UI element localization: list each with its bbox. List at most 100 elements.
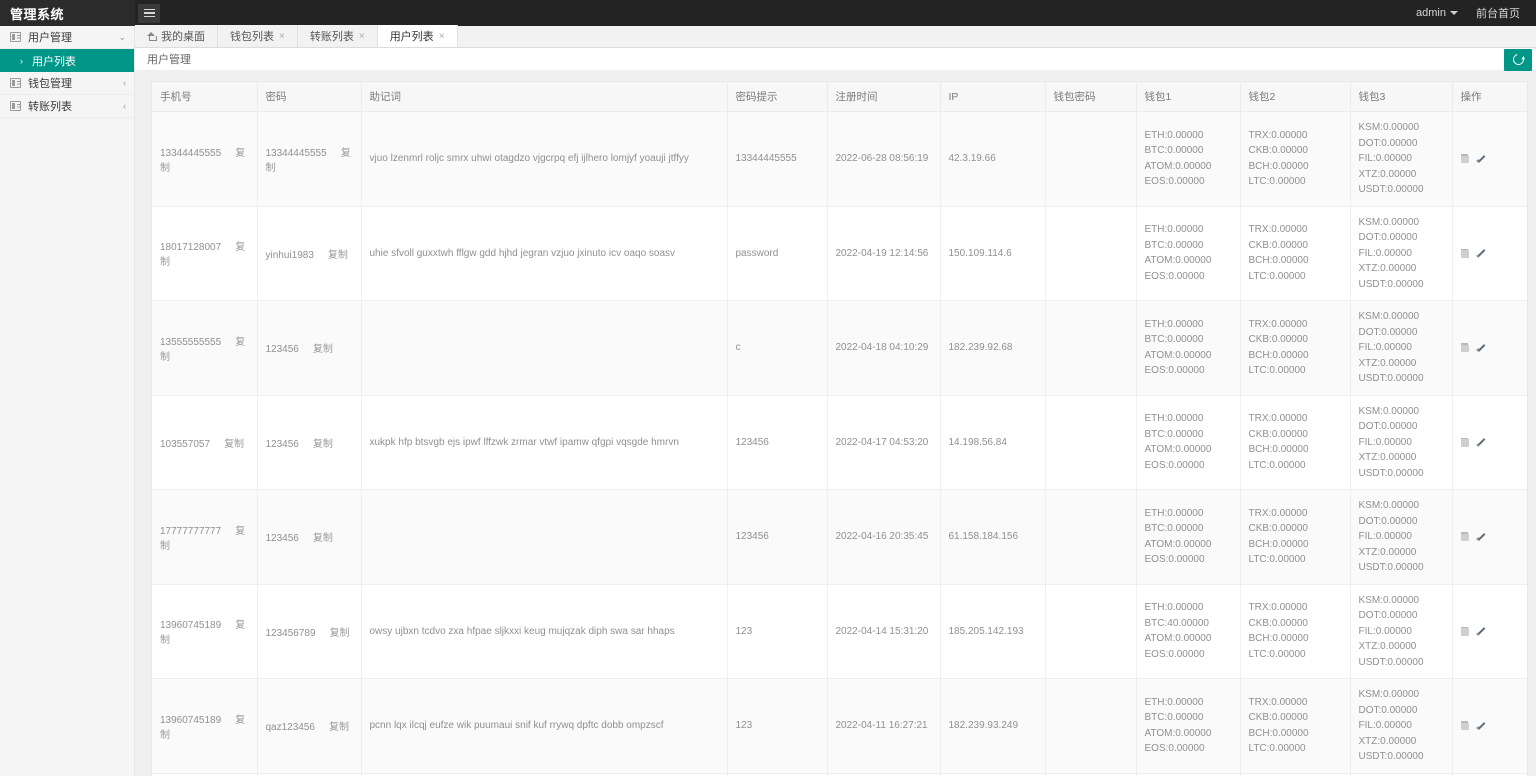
chevron-down-icon: ⌄	[118, 32, 126, 43]
frontend-home-link[interactable]: 前台首页	[1476, 5, 1520, 21]
wallet2-line: CKB:0.00000	[1249, 616, 1342, 632]
cell-ip: 182.239.93.249	[940, 679, 1045, 774]
copy-password-button[interactable]: 复制	[313, 439, 333, 450]
wallet2-line: LTC:0.00000	[1249, 458, 1342, 474]
wallet1-line: ETH:0.00000	[1145, 695, 1232, 711]
wallet2-line: BCH:0.00000	[1249, 253, 1342, 269]
copy-password-button[interactable]: 复制	[313, 533, 333, 544]
hamburger-icon[interactable]	[138, 4, 160, 23]
col-mnemonic: 助记词	[361, 82, 727, 112]
folder-icon	[10, 32, 21, 43]
cell-phone: 18017128007复制	[152, 206, 257, 301]
refresh-icon	[1510, 52, 1525, 67]
delete-icon[interactable]	[1461, 438, 1469, 447]
wallet3-line: KSM:0.00000	[1359, 593, 1444, 609]
close-icon[interactable]: ×	[279, 31, 285, 42]
cell-wallet1: ETH:0.00000BTC:0.00000ATOM:0.00000EOS:0.…	[1136, 490, 1240, 585]
tab-wallet-list[interactable]: 钱包列表 ×	[218, 25, 298, 47]
wallet1-line: ATOM:0.00000	[1145, 631, 1232, 647]
cell-wallet2: TRX:0.00000CKB:0.00000BCH:0.00000LTC:0.0…	[1240, 206, 1350, 301]
edit-icon[interactable]	[1477, 627, 1486, 636]
edit-icon[interactable]	[1477, 532, 1486, 541]
cell-actions	[1452, 395, 1528, 490]
wallet3-line: KSM:0.00000	[1359, 687, 1444, 703]
wallet2-line: LTC:0.00000	[1249, 741, 1342, 757]
edit-icon[interactable]	[1477, 438, 1486, 447]
breadcrumb-label: 用户管理	[147, 51, 191, 67]
copy-password-button[interactable]: 复制	[329, 722, 349, 733]
wallet2-line: LTC:0.00000	[1249, 363, 1342, 379]
wallet1-line: BTC:0.00000	[1145, 427, 1232, 443]
cell-wallet-password	[1045, 679, 1136, 774]
wallet1-line: BTC:0.00000	[1145, 143, 1232, 159]
wallet1-line: BTC:0.00000	[1145, 238, 1232, 254]
delete-icon[interactable]	[1461, 627, 1469, 636]
wallet3-line: DOT:0.00000	[1359, 608, 1444, 624]
refresh-button[interactable]	[1504, 49, 1532, 71]
delete-icon[interactable]	[1461, 249, 1469, 258]
cell-mnemonic: xukpk hfp btsvgb ejs ipwf lffzwk zrmar v…	[361, 395, 727, 490]
copy-password-button[interactable]: 复制	[328, 250, 348, 261]
copy-phone-button[interactable]: 复制	[224, 439, 244, 450]
cell-actions	[1452, 490, 1528, 585]
cell-phone: 103557057复制	[152, 395, 257, 490]
wallet1-line: ETH:0.00000	[1145, 128, 1232, 144]
wallet3-line: DOT:0.00000	[1359, 136, 1444, 152]
wallet2-line: LTC:0.00000	[1249, 647, 1342, 663]
close-icon[interactable]: ×	[439, 31, 445, 42]
wallet1-line: ETH:0.00000	[1145, 506, 1232, 522]
delete-icon[interactable]	[1461, 532, 1469, 541]
sidebar-item-user-list[interactable]: › 用户列表	[0, 49, 134, 72]
cell-ip: 42.3.19.66	[940, 112, 1045, 207]
cell-wallet1: ETH:0.00000BTC:40.00000ATOM:0.00000EOS:0…	[1136, 584, 1240, 679]
tab-transfer-list[interactable]: 转账列表 ×	[298, 25, 378, 47]
wallet2-line: LTC:0.00000	[1249, 552, 1342, 568]
wallet1-line: ATOM:0.00000	[1145, 348, 1232, 364]
wallet2-line: CKB:0.00000	[1249, 521, 1342, 537]
cell-actions	[1452, 112, 1528, 207]
wallet3-line: USDT:0.00000	[1359, 749, 1444, 765]
cell-wallet3: KSM:0.00000DOT:0.00000FIL:0.00000XTZ:0.0…	[1350, 584, 1452, 679]
wallet3-line: KSM:0.00000	[1359, 498, 1444, 514]
delete-icon[interactable]	[1461, 343, 1469, 352]
cell-reg-time: 2022-04-17 04:53:20	[827, 395, 940, 490]
wallet1-line: ETH:0.00000	[1145, 317, 1232, 333]
wallet2-line: BCH:0.00000	[1249, 537, 1342, 553]
copy-password-button[interactable]: 复制	[330, 628, 350, 639]
edit-icon[interactable]	[1477, 154, 1486, 163]
edit-icon[interactable]	[1477, 343, 1486, 352]
phone-value: 18017128007	[160, 242, 221, 253]
close-icon[interactable]: ×	[359, 31, 365, 42]
edit-icon[interactable]	[1477, 249, 1486, 258]
delete-icon[interactable]	[1461, 721, 1469, 730]
wallet3-line: FIL:0.00000	[1359, 246, 1444, 262]
home-icon	[147, 32, 156, 40]
table-row: 13344445555复制13344445555复制vjuo lzenmrl r…	[152, 112, 1528, 207]
sidebar-item-wallet-management[interactable]: 钱包管理 ‹	[0, 72, 134, 95]
sidebar-item-user-management[interactable]: 用户管理 ⌄	[0, 26, 134, 49]
copy-password-button[interactable]: 复制	[313, 344, 333, 355]
sidebar-item-transfer-list[interactable]: 转账列表 ‹	[0, 95, 134, 118]
edit-icon[interactable]	[1477, 721, 1486, 730]
sidebar-item-label: 用户管理	[28, 29, 118, 45]
cell-wallet2: TRX:0.00000CKB:0.00000BCH:0.00000LTC:0.0…	[1240, 301, 1350, 396]
wallet3-line: KSM:0.00000	[1359, 309, 1444, 325]
cell-reg-time: 2022-04-19 12:14:56	[827, 206, 940, 301]
cell-wallet2: TRX:0.00000CKB:0.00000BCH:0.00000LTC:0.0…	[1240, 490, 1350, 585]
row-actions	[1461, 627, 1521, 636]
cell-reg-time: 2022-04-18 04:10:29	[827, 301, 940, 396]
delete-icon[interactable]	[1461, 154, 1469, 163]
wallet3-line: XTZ:0.00000	[1359, 356, 1444, 372]
wallet2-line: CKB:0.00000	[1249, 427, 1342, 443]
phone-value: 13555555555	[160, 337, 221, 348]
chevron-left-icon: ‹	[123, 101, 126, 111]
wallet1-line: EOS:0.00000	[1145, 174, 1232, 190]
password-value: 13344445555	[266, 148, 327, 159]
password-value: 123456789	[266, 628, 316, 639]
wallet3-line: DOT:0.00000	[1359, 514, 1444, 530]
user-menu[interactable]: admin	[1416, 7, 1458, 19]
user-table-card: 手机号 密码 助记词 密码提示 注册时间 IP 钱包密码 钱包1 钱包2 钱包3…	[151, 81, 1528, 776]
tab-my-desktop[interactable]: 我的桌面	[135, 25, 218, 47]
wallet3-line: FIL:0.00000	[1359, 340, 1444, 356]
tab-user-list[interactable]: 用户列表 ×	[378, 25, 458, 47]
